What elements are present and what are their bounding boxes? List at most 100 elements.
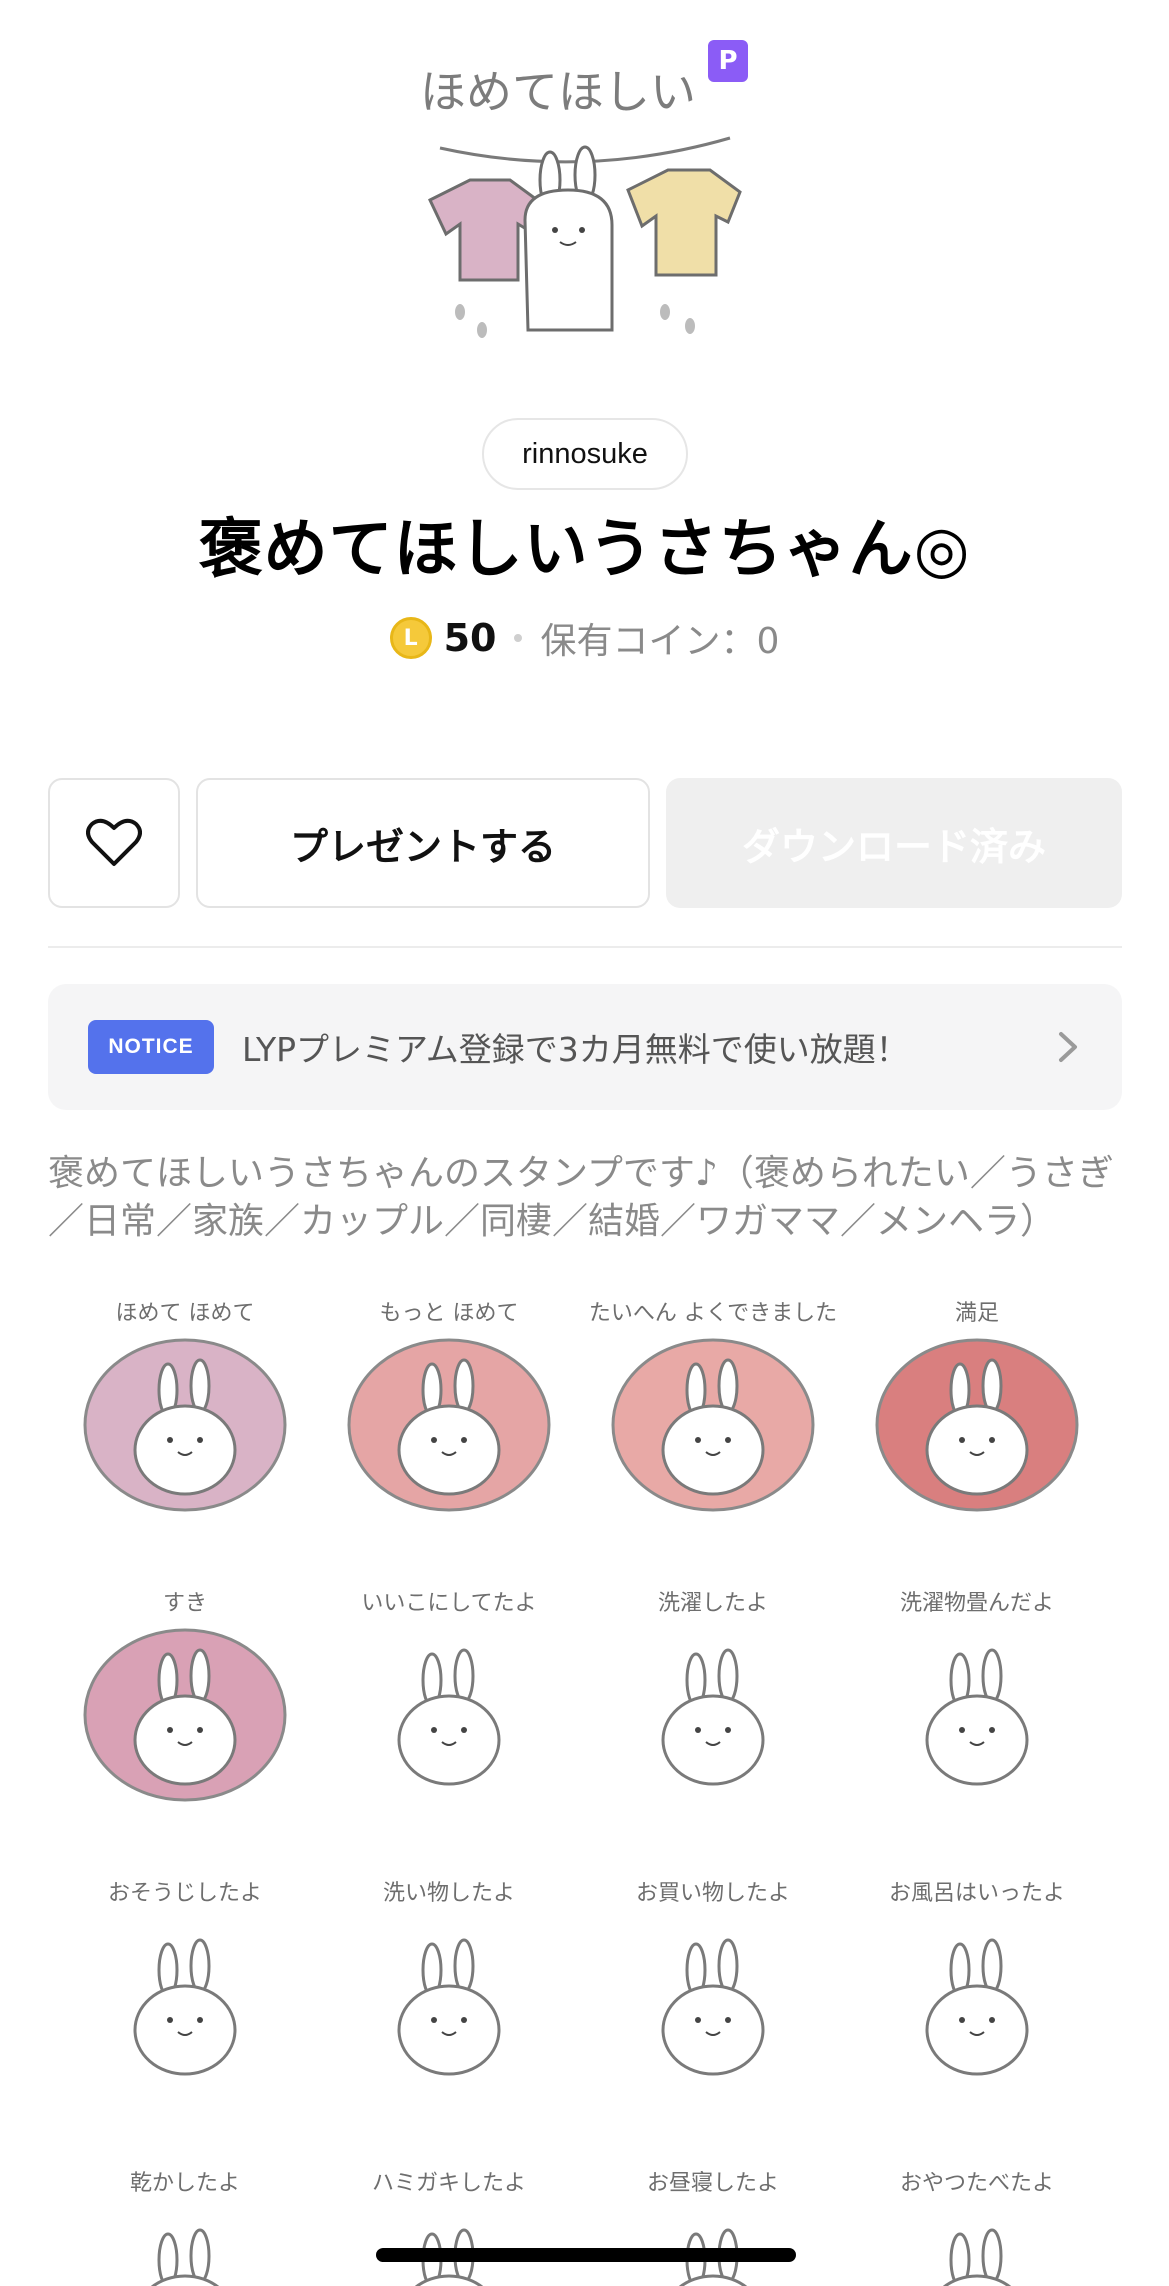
- notice-text: LYPプレミアム登録で3カ月無料で使い放題！: [242, 1030, 909, 1069]
- bunny-eye: [197, 2017, 203, 2023]
- bunny-eye: [989, 2017, 995, 2023]
- bunny-body: [925, 1984, 1029, 2076]
- sticker-image: おそうじしたよ: [108, 1881, 262, 2076]
- sticker-item[interactable]: ハミガキしたよ: [324, 2150, 574, 2286]
- bunny-ear: [453, 1938, 475, 1994]
- bunny-eye: [197, 1437, 203, 1443]
- sticker-item[interactable]: たいへん よくできました: [588, 1280, 838, 1530]
- sticker-item[interactable]: 洗い物したよ: [324, 1860, 574, 2110]
- divider: [48, 946, 1122, 948]
- notice-badge: NOTICE: [88, 1020, 214, 1074]
- sticker-item[interactable]: お昼寝したよ: [588, 2150, 838, 2286]
- separator-dot: [514, 634, 523, 642]
- sticker-image: たいへん よくできました: [589, 1301, 837, 1512]
- bunny-ear: [189, 1648, 211, 1704]
- bunny-body: [661, 1984, 765, 2076]
- owned-coins: 保有コイン：0: [540, 621, 780, 662]
- bunny-eye: [461, 1437, 467, 1443]
- sticker-caption: ほめて ほめて: [116, 1301, 255, 1326]
- sticker-item[interactable]: おそうじしたよ: [60, 1860, 310, 2110]
- sticker-caption: もっと ほめて: [380, 1301, 519, 1326]
- bunny-eye: [959, 1437, 965, 1443]
- bunny-body: [942, 2274, 1012, 2286]
- bunny-body: [397, 1984, 501, 2076]
- sticker-image: お昼寝したよ: [647, 2171, 779, 2286]
- sticker-image: もっと ほめて: [347, 1301, 551, 1512]
- bunny-ear: [981, 1938, 1003, 1994]
- page-title: 褒めてほしいうさちゃん◎: [198, 513, 971, 587]
- sticker-image: すき: [83, 1591, 287, 1802]
- notice-banner[interactable]: NOTICE LYPプレミアム登録で3カ月無料で使い放題！: [48, 984, 1122, 1110]
- bunny-eye: [461, 2017, 467, 2023]
- heart-icon: [86, 818, 142, 866]
- sticker-description: 褒めてほしいうさちゃんのスタンプです♪（褒められたい／うさぎ／日常／家族／カップ…: [48, 1153, 1114, 1242]
- sticker-image: お風呂はいったよ: [889, 1881, 1065, 2076]
- bunny-body: [414, 2274, 484, 2286]
- sticker-image: ほめて ほめて: [83, 1301, 287, 1512]
- bunny-body: [661, 1694, 765, 1786]
- sticker-caption: すき: [163, 1591, 207, 1616]
- bunny-ear: [717, 1358, 739, 1414]
- sticker-caption: 洗濯物畳んだよ: [900, 1591, 1054, 1616]
- coin-icon: L: [389, 617, 432, 659]
- present-button[interactable]: プレゼントする: [196, 778, 650, 908]
- sticker-item[interactable]: もっと ほめて: [324, 1280, 574, 1530]
- sticker-caption: いいこにしてたよ: [361, 1591, 536, 1616]
- sticker-caption: おやつたべたよ: [900, 2171, 1054, 2196]
- hero-section: ほめてほしい P: [0, 0, 1169, 400]
- creator-link[interactable]: rinnosuke: [482, 418, 688, 490]
- price-row: L 50 保有コイン：0: [0, 612, 1169, 664]
- bunny-eye: [167, 1437, 173, 1443]
- bunny-body: [678, 2274, 748, 2286]
- sticker-item[interactable]: ほめて ほめて: [60, 1280, 310, 1530]
- sticker-item[interactable]: いいこにしてたよ: [324, 1570, 574, 1820]
- sticker-item[interactable]: お風呂はいったよ: [852, 1860, 1102, 2110]
- bunny-eye: [989, 1727, 995, 1733]
- bunny-ear: [981, 1358, 1003, 1414]
- sticker-image: 洗濯物畳んだよ: [900, 1591, 1054, 1786]
- sticker-item[interactable]: 満足: [852, 1280, 1102, 1530]
- sticker-item[interactable]: お買い物したよ: [588, 1860, 838, 2110]
- sticker-image: ハミガキしたよ: [372, 2171, 526, 2286]
- bunny-eye: [725, 1437, 731, 1443]
- bunny-ear: [717, 1648, 739, 1704]
- sticker-item[interactable]: 洗濯物畳んだよ: [852, 1570, 1102, 1820]
- like-button[interactable]: [48, 778, 180, 908]
- sticker-caption: ハミガキしたよ: [372, 2171, 526, 2196]
- bunny-ear: [189, 2228, 211, 2284]
- bunny-eye: [431, 1437, 437, 1443]
- sticker-item[interactable]: すき: [60, 1570, 310, 1820]
- bunny-ear: [189, 1938, 211, 1994]
- bunny-eye: [959, 2017, 965, 2023]
- download-button[interactable]: ダウンロード済み: [666, 778, 1122, 908]
- bunny-eye: [959, 1727, 965, 1733]
- bunny-body: [150, 2274, 220, 2286]
- bunny-eye: [725, 2017, 731, 2023]
- sticker-caption: 満足: [955, 1301, 999, 1326]
- bunny-ear: [453, 1648, 475, 1704]
- bunny-eye: [431, 1727, 437, 1733]
- sticker-caption: お買い物したよ: [636, 1881, 790, 1906]
- bunny-eye: [167, 2017, 173, 2023]
- sticker-image: 洗濯したよ: [658, 1591, 768, 1786]
- bunny-body: [133, 1694, 237, 1786]
- bunny-ear: [189, 1358, 211, 1414]
- bunny-body: [397, 1404, 501, 1496]
- sticker-image: おやつたべたよ: [900, 2171, 1054, 2286]
- bunny-ear: [453, 1358, 475, 1414]
- sticker-caption: 洗濯したよ: [658, 1591, 768, 1616]
- bunny-eye: [461, 1727, 467, 1733]
- sticker-caption: お風呂はいったよ: [889, 1881, 1065, 1906]
- bunny-ear: [717, 1938, 739, 1994]
- premium-badge: P: [708, 40, 748, 82]
- sticker-item[interactable]: 洗濯したよ: [588, 1570, 838, 1820]
- sticker-caption: 洗い物したよ: [383, 1881, 515, 1906]
- sticker-image: 乾かしたよ: [130, 2171, 240, 2286]
- sticker-item[interactable]: 乾かしたよ: [60, 2150, 310, 2286]
- sticker-item[interactable]: おやつたべたよ: [852, 2150, 1102, 2286]
- home-indicator: [376, 2248, 796, 2262]
- bunny-ear: [981, 2228, 1003, 2284]
- price-amount: 50: [443, 616, 497, 660]
- bunny-eye: [725, 1727, 731, 1733]
- bunny-eye: [167, 1727, 173, 1733]
